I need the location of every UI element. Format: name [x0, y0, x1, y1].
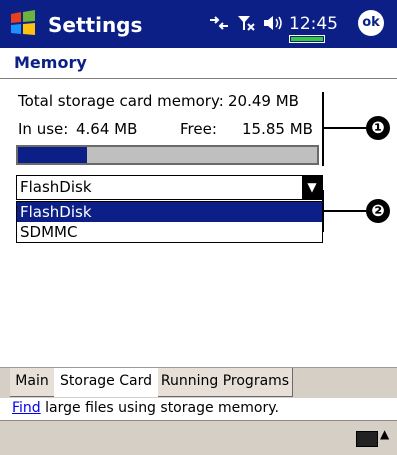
callout-bracket-1	[322, 92, 324, 166]
battery-icon	[289, 35, 325, 43]
bottom-menu-bar: ▲	[0, 421, 397, 455]
free-label: Free:	[180, 120, 217, 138]
tab-running-programs[interactable]: Running Programs	[158, 368, 293, 397]
app-title: Settings	[48, 13, 143, 37]
tab-bar: Main Storage Card Running Programs	[0, 367, 397, 398]
connectivity-icon[interactable]	[208, 14, 230, 36]
chevron-down-icon[interactable]: ▼	[302, 176, 322, 199]
input-panel-arrow-icon[interactable]: ▲	[380, 427, 389, 441]
ok-button[interactable]: ok	[358, 10, 384, 36]
callout-line-1	[322, 127, 366, 129]
find-link[interactable]: Find	[12, 400, 41, 416]
volume-icon[interactable]	[262, 14, 284, 36]
title-bar: Settings 12:45 ok	[0, 0, 397, 48]
signal-icon[interactable]	[236, 14, 256, 36]
dropdown-option-sdmmc[interactable]: SDMMC	[17, 222, 322, 242]
footer-description: large files using storage memory.	[40, 400, 279, 416]
callout-number-1: ❶	[366, 116, 390, 140]
storage-card-select[interactable]: FlashDisk ▼	[16, 175, 323, 200]
in-use-value: 4.64 MB	[76, 120, 138, 138]
dropdown-option-flashdisk[interactable]: FlashDisk	[17, 202, 322, 222]
page-title: Memory	[14, 53, 87, 72]
clock[interactable]: 12:45	[289, 14, 338, 34]
free-value: 15.85 MB	[242, 120, 313, 138]
footer-text: Find large files using storage memory.	[12, 400, 279, 416]
tab-main[interactable]: Main	[10, 368, 55, 397]
header-divider	[0, 78, 397, 79]
in-use-label: In use:	[18, 120, 69, 138]
keyboard-icon[interactable]	[356, 431, 378, 447]
storage-usage-fill	[18, 147, 87, 163]
total-storage-label: Total storage card memory:	[18, 92, 224, 110]
storage-usage-bar	[16, 145, 319, 165]
windows-start-icon[interactable]	[8, 8, 38, 38]
select-value: FlashDisk	[20, 178, 92, 196]
storage-card-dropdown-list[interactable]: FlashDisk SDMMC	[16, 201, 323, 243]
callout-number-2: ❷	[366, 199, 390, 223]
total-storage-value: 20.49 MB	[228, 92, 299, 110]
tab-storage-card[interactable]: Storage Card	[54, 368, 159, 397]
callout-line-2	[322, 210, 366, 212]
